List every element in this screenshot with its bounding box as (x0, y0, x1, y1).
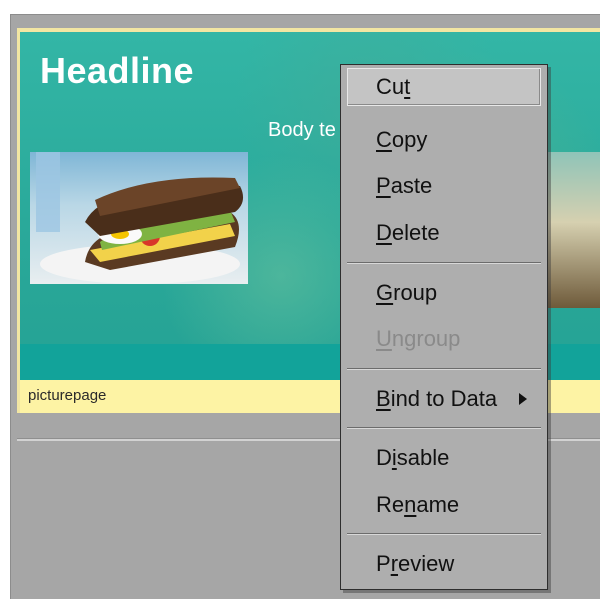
sandwich-illustration (36, 152, 244, 284)
menu-item-paste[interactable]: Paste (347, 167, 541, 205)
menu-item-paste-accel: P (376, 173, 391, 198)
menu-item-group-accel: G (376, 280, 394, 305)
menu-item-bind-accel: B (376, 386, 391, 411)
menu-item-rename[interactable]: Rename (347, 486, 541, 524)
menu-item-cut-accel: t (404, 74, 411, 99)
menu-item-copy-text: opy (391, 127, 428, 152)
partial-image-right (545, 152, 600, 308)
menu-item-delete-text: elete (391, 220, 440, 245)
menu-item-delete-accel: D (376, 220, 392, 245)
body-text[interactable]: Body te (268, 119, 336, 142)
menu-separator (347, 533, 541, 535)
menu-item-bind-text: ind to Data (390, 386, 498, 411)
menu-item-cut[interactable]: Cut (347, 68, 541, 106)
menu-item-preview-text-b: eview (398, 551, 455, 576)
menu-item-rename-text-a: Re (376, 492, 405, 517)
menu-separator (347, 427, 541, 429)
menu-item-group[interactable]: Group (347, 274, 541, 312)
menu-item-ungroup-accel: U (376, 326, 392, 351)
menu-item-disable[interactable]: Disable (347, 439, 541, 477)
menu-item-group-text: roup (393, 280, 438, 305)
menu-item-preview-text-a: P (376, 551, 391, 576)
submenu-arrow-icon (519, 393, 527, 405)
menu-item-rename-accel: n (404, 492, 417, 517)
menu-item-ungroup-text: ngroup (391, 326, 461, 351)
menu-separator (347, 368, 541, 370)
menu-item-rename-text-b: ame (416, 492, 460, 517)
menu-item-preview[interactable]: Preview (347, 545, 541, 583)
menu-item-cut-text: Cu (376, 74, 405, 99)
sandwich-image[interactable] (30, 152, 248, 284)
menu-item-ungroup[interactable]: Ungroup (347, 320, 541, 358)
menu-item-disable-text-b: sable (396, 445, 450, 470)
menu-item-delete[interactable]: Delete (347, 214, 541, 252)
menu-item-paste-text: aste (390, 173, 433, 198)
menu-item-copy-accel: C (376, 127, 392, 152)
menu-item-bind-to-data[interactable]: Bind to Data (347, 380, 541, 418)
menu-item-disable-text-a: D (376, 445, 392, 470)
headline-text[interactable]: Headline (40, 50, 194, 92)
menu-item-preview-accel: r (390, 551, 399, 576)
menu-item-copy[interactable]: Copy (347, 121, 541, 159)
menu-separator (347, 262, 541, 264)
context-menu: Cut Copy Paste Delete Group Ungroup Bind… (340, 64, 548, 590)
page-name-label: picturepage (28, 387, 107, 404)
